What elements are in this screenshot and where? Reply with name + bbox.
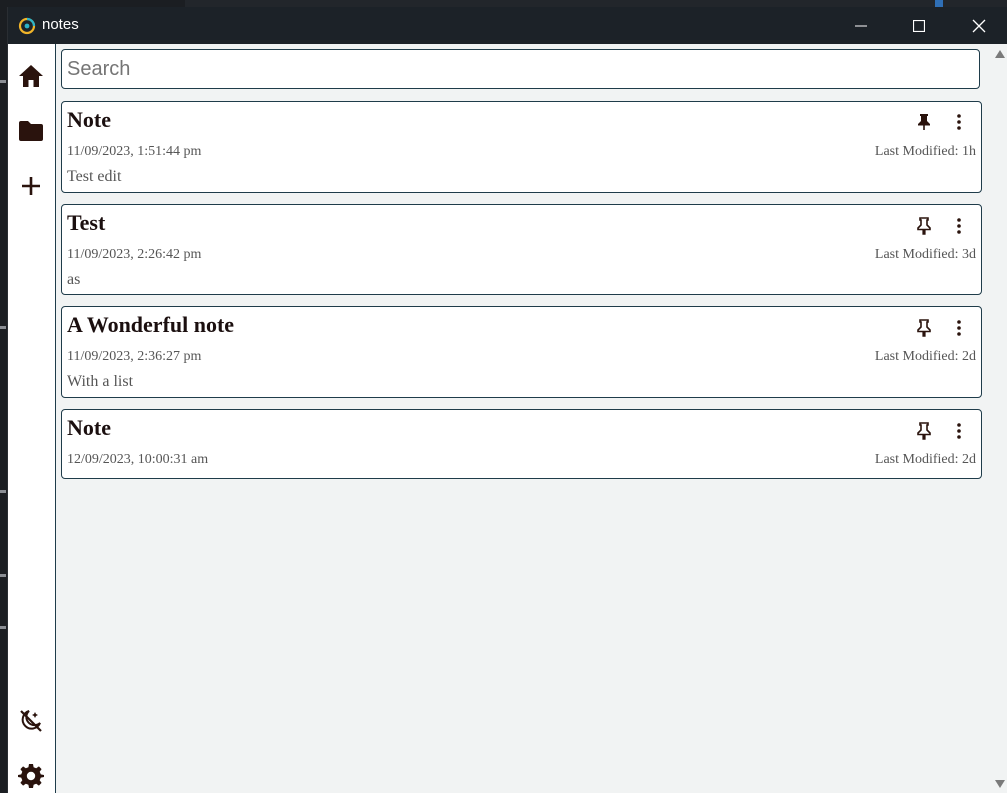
note-title: A Wonderful note (67, 312, 235, 337)
note-preview: as (67, 271, 81, 288)
more-options-button[interactable] (949, 215, 969, 237)
note-card[interactable]: Note 12/09/2023, 10:00:31 am Last Modifi… (61, 409, 982, 479)
search-input[interactable] (61, 49, 980, 89)
note-last-modified: Last Modified: 2d (874, 349, 976, 364)
more-vertical-icon (957, 423, 961, 439)
note-preview: With a list (67, 373, 134, 390)
vertical-scrollbar[interactable] (992, 44, 1007, 793)
sidebar (8, 44, 56, 793)
desktop-sliver (0, 326, 6, 329)
pin-button[interactable] (914, 111, 934, 133)
note-card[interactable]: Note 11/09/2023, 1:51:44 pm Last Modifie… (61, 101, 982, 193)
more-options-button[interactable] (949, 420, 969, 442)
plus-icon (22, 177, 40, 195)
notes-list-panel: Note 11/09/2023, 1:51:44 pm Last Modifie… (56, 44, 992, 793)
notes-list: Note 11/09/2023, 1:51:44 pm Last Modifie… (61, 101, 982, 490)
more-vertical-icon (957, 114, 961, 130)
more-options-button[interactable] (949, 111, 969, 133)
note-title: Test (67, 210, 106, 235)
note-card[interactable]: A Wonderful note 11/09/2023, 2:36:27 pm … (61, 306, 982, 398)
note-last-modified: Last Modified: 1h (874, 144, 976, 159)
close-button[interactable] (950, 7, 1007, 44)
pin-button[interactable] (914, 420, 934, 442)
scroll-up-arrow-icon[interactable] (995, 50, 1005, 58)
sidebar-item-add-note[interactable] (16, 171, 46, 201)
settings-button[interactable] (16, 761, 46, 791)
scroll-down-arrow-icon[interactable] (995, 780, 1005, 788)
window-title: notes (42, 16, 79, 33)
more-vertical-icon (957, 320, 961, 336)
note-title: Note (67, 107, 111, 132)
note-preview: Test edit (67, 168, 122, 185)
note-created-date: 11/09/2023, 1:51:44 pm (67, 144, 202, 159)
title-bar[interactable]: notes (8, 7, 1007, 44)
home-icon (19, 65, 43, 87)
maximize-icon (913, 19, 925, 32)
note-last-modified: Last Modified: 3d (874, 247, 976, 262)
note-created-date: 11/09/2023, 2:36:27 pm (67, 349, 202, 364)
minimize-button[interactable] (832, 7, 890, 44)
folder-icon (19, 121, 43, 141)
app-window: notes Search Note 11/09/2023, 1:51:44 pm… (7, 7, 1007, 793)
minimize-icon (855, 25, 867, 26)
note-created-date: 11/09/2023, 2:26:42 pm (67, 247, 202, 262)
gear-icon (18, 764, 44, 788)
pin-filled-icon (918, 114, 930, 130)
theme-toggle-icon (20, 710, 42, 732)
desktop-sliver (0, 80, 6, 83)
note-created-date: 12/09/2023, 10:00:31 am (67, 452, 209, 467)
sidebar-item-folders[interactable] (16, 116, 46, 146)
app-logo-icon (18, 17, 36, 35)
pin-button[interactable] (914, 215, 934, 237)
more-vertical-icon (957, 218, 961, 234)
desktop-sliver (0, 626, 6, 629)
note-card[interactable]: Test 11/09/2023, 2:26:42 pm Last Modifie… (61, 204, 982, 295)
more-options-button[interactable] (949, 317, 969, 339)
pin-outline-icon (917, 319, 931, 337)
theme-toggle-button[interactable] (16, 706, 46, 736)
pin-outline-icon (917, 217, 931, 235)
pin-outline-icon (917, 422, 931, 440)
note-title: Note (67, 415, 111, 440)
maximize-button[interactable] (890, 7, 948, 44)
sidebar-item-home[interactable] (16, 61, 46, 91)
desktop-sliver (0, 574, 6, 577)
close-icon (972, 19, 986, 32)
note-last-modified: Last Modified: 2d (874, 452, 976, 467)
desktop-sliver (0, 490, 6, 493)
pin-button[interactable] (914, 317, 934, 339)
